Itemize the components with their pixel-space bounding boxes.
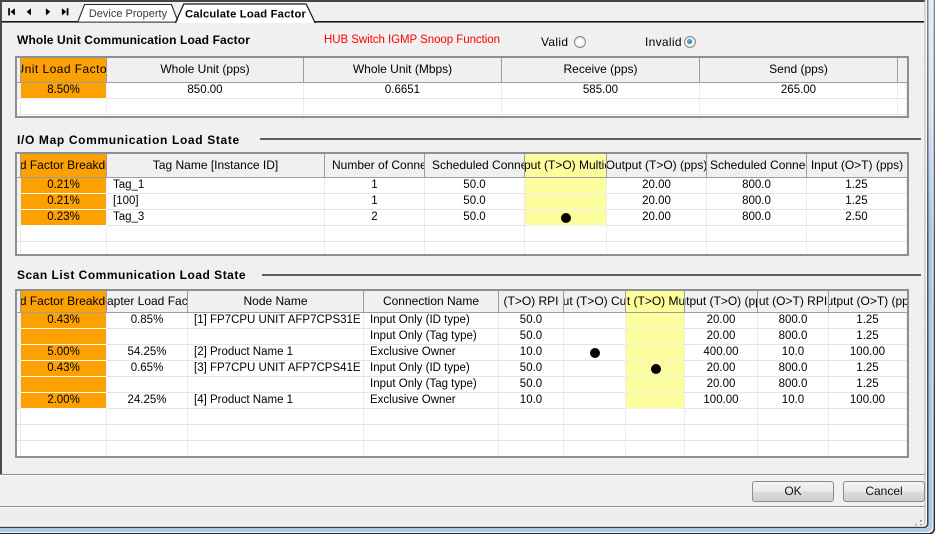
svg-text:Device Property: Device Property xyxy=(89,8,168,20)
svg-text:Calculate Load Factor: Calculate Load Factor xyxy=(185,9,307,21)
